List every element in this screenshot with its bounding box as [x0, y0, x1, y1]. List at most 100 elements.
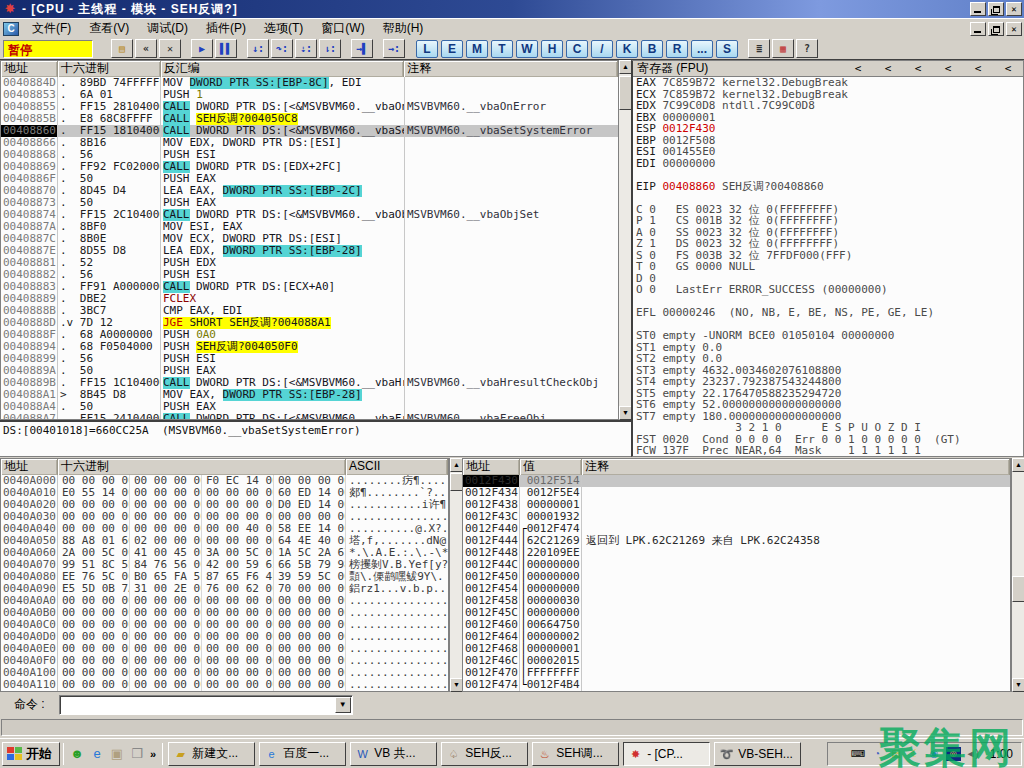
disasm-row[interactable]: 0040888F. 68 A0000000PUSH 0A0	[1, 329, 618, 341]
register-line[interactable]	[633, 169, 1023, 181]
stack-scrollbar[interactable]: ▲ ▼	[1011, 458, 1024, 692]
stack-row[interactable]: 0012F44C│00000000	[463, 559, 1010, 571]
quicklaunch-chevron[interactable]: »	[150, 748, 156, 760]
toolbar-letter-M[interactable]: M	[466, 40, 488, 58]
register-line[interactable]	[633, 192, 1023, 204]
dump-row[interactable]: 0040A0602A 00 5C 0041 00 45 003A 00 5C 0…	[1, 547, 448, 559]
dump-row[interactable]: 0040A080EE 76 5C 00B0 65 FA 5E87 65 F6 4…	[1, 571, 448, 583]
dump-col-header[interactable]: 地址	[1, 459, 58, 475]
register-line[interactable]: EBP 0012F508	[633, 135, 1023, 147]
dump-row[interactable]: 0040A00000 00 00 0000 00 00 00F0 EC 14 0…	[1, 475, 448, 487]
toolbar-letter-R[interactable]: R	[666, 40, 688, 58]
toolbar-letter-E[interactable]: E	[441, 40, 463, 58]
register-line[interactable]: FST 0020 Cond 0 0 0 0 Err 0 0 1 0 0 0 0 …	[633, 434, 1023, 446]
register-line[interactable]: EDX 7C99C0D8 ntdll.7C99C0D8	[633, 100, 1023, 112]
stack-row[interactable]: 0012F474└0012F4B4	[463, 679, 1010, 691]
disasm-col-header[interactable]: 十六进制	[58, 61, 161, 77]
disasm-row[interactable]: 00408894. 68 F0504000PUSH SEH反调?004050F0	[1, 341, 618, 353]
disassembly-pane[interactable]: 地址十六进制反汇编注释 0040884D. 89BD 74FFFFFFMOV D…	[0, 60, 618, 420]
tray-keyboard-icon[interactable]: ⌨	[851, 747, 866, 761]
stack-row[interactable]: 0012F43C 00001932	[463, 511, 1010, 523]
dump-row[interactable]: 0040A04000 00 00 0000 00 00 0000 00 40 0…	[1, 523, 448, 535]
disasm-row[interactable]: 00408866. 8B16MOV EDX, DWORD PTR DS:[ESI…	[1, 137, 618, 149]
register-line[interactable]: A 0 SS 0023 32 位 0(FFFFFFFF)	[633, 227, 1023, 239]
disasm-row[interactable]: 004088A1> 8B45 D8MOV EAX, DWORD PTR SS:[…	[1, 389, 618, 401]
register-line[interactable]: ST0 empty -UNORM BCE0 01050104 00000000	[633, 330, 1023, 342]
dump-col-header[interactable]: 十六进制	[58, 459, 346, 475]
dump-row[interactable]: 0040A11000 00 00 0000 00 00 0000 00 00 0…	[1, 679, 448, 691]
stack-row[interactable]: 0012F470│FFFFFFFF	[463, 667, 1010, 679]
toolbar-letter-dots[interactable]: ...	[691, 40, 713, 58]
disasm-row[interactable]: 00408869. FF92 FC020000CALL DWORD PTR DS…	[1, 161, 618, 173]
disasm-row[interactable]: 00408899. 56PUSH ESI	[1, 353, 618, 365]
dump-row[interactable]: 0040A0F000 00 00 0000 00 00 0000 00 00 0…	[1, 655, 448, 667]
register-line[interactable]: EIP 00408860 SEH反调?00408860	[633, 181, 1023, 193]
register-line[interactable]: FCW 137F Prec NEAR,64 Mask 1 1 1 1 1 1	[633, 445, 1023, 457]
disasm-row[interactable]: 00408860. FF15 18104000CALL DWORD PTR DS…	[1, 125, 618, 137]
stack-row[interactable]: 0012F45C│00000000	[463, 607, 1010, 619]
taskbar-task-folder[interactable]: ▰新建文...	[168, 742, 255, 766]
dump-row[interactable]: 0040A010E0 55 14 0000 00 00 0000 00 00 0…	[1, 487, 448, 499]
register-line[interactable]: ST5 empty 22.176470588235294720	[633, 388, 1023, 400]
disasm-row[interactable]: 004088A4. 50PUSH EAX	[1, 401, 618, 413]
restore-button[interactable]	[988, 2, 1004, 16]
toolbar-letter-W[interactable]: W	[516, 40, 538, 58]
cpu-window-icon[interactable]: C	[3, 22, 19, 36]
toolbar-letter-S[interactable]: S	[716, 40, 738, 58]
disasm-row[interactable]: 0040888D.v 7D 12JGE SHORT SEH反调?004088A1	[1, 317, 618, 329]
disasm-row[interactable]: 00408855. FF15 28104000CALL DWORD PTR DS…	[1, 101, 618, 113]
disasm-row[interactable]: 00408853. 6A 01PUSH 1	[1, 89, 618, 101]
appearance-button[interactable]: ▦	[772, 39, 794, 58]
disasm-row[interactable]: 004088A7. FF15 24104000CALL DWORD PTR DS…	[1, 413, 618, 420]
register-line[interactable]: S 0 FS 003B 32 位 7FFDF000(FFF)	[633, 250, 1023, 262]
menu-item-6[interactable]: 帮助(H)	[374, 18, 433, 39]
register-line[interactable]: D 0	[633, 273, 1023, 285]
step-into-button[interactable]: ↓:	[247, 39, 269, 58]
close-program-button[interactable]: ✕	[159, 39, 181, 58]
registers-history-arrows[interactable]: <<<<<<	[843, 61, 1023, 76]
disasm-row[interactable]: 00408881. 52PUSH EDX	[1, 257, 618, 269]
toolbar-letter-K[interactable]: K	[616, 40, 638, 58]
stack-row[interactable]: 0012F458│00000030	[463, 595, 1010, 607]
register-line[interactable]: ST3 empty 4632.0034602076108800	[633, 365, 1023, 377]
register-line[interactable]: EBX 00000001	[633, 112, 1023, 124]
stack-row[interactable]: 0012F468│00000001	[463, 643, 1010, 655]
register-line[interactable]: Z 1 DS 0023 32 位 0(FFFFFFFF)	[633, 238, 1023, 250]
hex-dump-pane[interactable]: 地址十六进制ASCII 0040A00000 00 00 0000 00 00 …	[0, 458, 449, 692]
command-input[interactable]: ▼	[59, 695, 353, 715]
open-file-button[interactable]: ▤	[111, 39, 133, 58]
taskbar-task-word[interactable]: WVB 共...	[350, 742, 437, 766]
menu-item-5[interactable]: 窗口(W)	[312, 18, 373, 39]
register-line[interactable]: T 0 GS 0000 NULL	[633, 261, 1023, 273]
register-line[interactable]	[633, 296, 1023, 308]
disasm-row[interactable]: 0040886F. 50PUSH EAX	[1, 173, 618, 185]
quicklaunch-msn-icon[interactable]: ☻	[68, 745, 86, 763]
disasm-row[interactable]: 0040887A. 8BF0MOV ESI, EAX	[1, 221, 618, 233]
disasm-row[interactable]: 0040888B. 3BC7CMP EAX, EDI	[1, 305, 618, 317]
trace-into-button[interactable]: ⇣:	[295, 39, 317, 58]
stack-col-header[interactable]: 地址	[463, 459, 520, 475]
start-button[interactable]: 开始	[2, 742, 60, 766]
stack-row[interactable]: 0012F46C│00002015	[463, 655, 1010, 667]
quicklaunch-desktop-icon[interactable]: ❒	[128, 745, 146, 763]
register-line[interactable]: 3 2 1 0 E S P U O Z D I	[633, 422, 1023, 434]
disasm-row[interactable]: 00408882. 56PUSH ESI	[1, 269, 618, 281]
dump-row[interactable]: 0040A0C000 00 00 0000 00 00 0000 00 00 0…	[1, 619, 448, 631]
registers-pane[interactable]: 寄存器 (FPU) <<<<<< EAX 7C859B72 kernel32.D…	[631, 60, 1024, 457]
toolbar-letter-B[interactable]: B	[641, 40, 663, 58]
dump-scrollbar[interactable]: ▲ ▼	[449, 458, 462, 692]
pause-button[interactable]: ▌▌	[215, 39, 237, 58]
close-button[interactable]: ✕	[1006, 2, 1022, 16]
mdi-restore-button[interactable]	[988, 22, 1004, 36]
register-line[interactable]: ST4 empty 23237.792387543244800	[633, 376, 1023, 388]
register-line[interactable]: ESP 0012F430	[633, 123, 1023, 135]
disasm-row[interactable]: 0040884D. 89BD 74FFFFFFMOV DWORD PTR SS:…	[1, 77, 618, 89]
stack-row[interactable]: 0012F448│220109EE	[463, 547, 1010, 559]
dump-row[interactable]: 0040A0B000 00 00 0000 00 00 0000 00 00 0…	[1, 607, 448, 619]
toolbar-letter-C[interactable]: C	[566, 40, 588, 58]
dump-row[interactable]: 0040A02000 00 00 0000 00 00 0000 00 00 0…	[1, 499, 448, 511]
disasm-col-header[interactable]: 反汇编	[161, 61, 405, 77]
register-line[interactable]: ST6 empty 52.000000000000000000	[633, 399, 1023, 411]
dump-row[interactable]: 0040A05088 A8 01 6602 00 00 0000 00 00 0…	[1, 535, 448, 547]
dump-row[interactable]: 0040A0A000 00 00 0000 00 00 0000 00 00 0…	[1, 595, 448, 607]
